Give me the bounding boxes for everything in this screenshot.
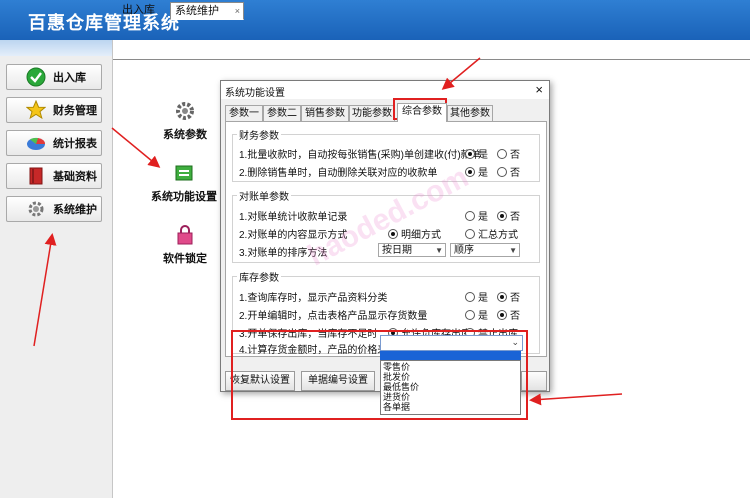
arrow-to-function-settings: [111, 127, 161, 168]
annotation-arrows: [33, 57, 623, 406]
tab-general-params[interactable]: 综合参数: [397, 103, 447, 122]
arrow-to-dropdown: [529, 393, 623, 406]
arrow-to-general-tab: [441, 57, 481, 90]
arrow-to-system-maintenance: [33, 233, 57, 347]
